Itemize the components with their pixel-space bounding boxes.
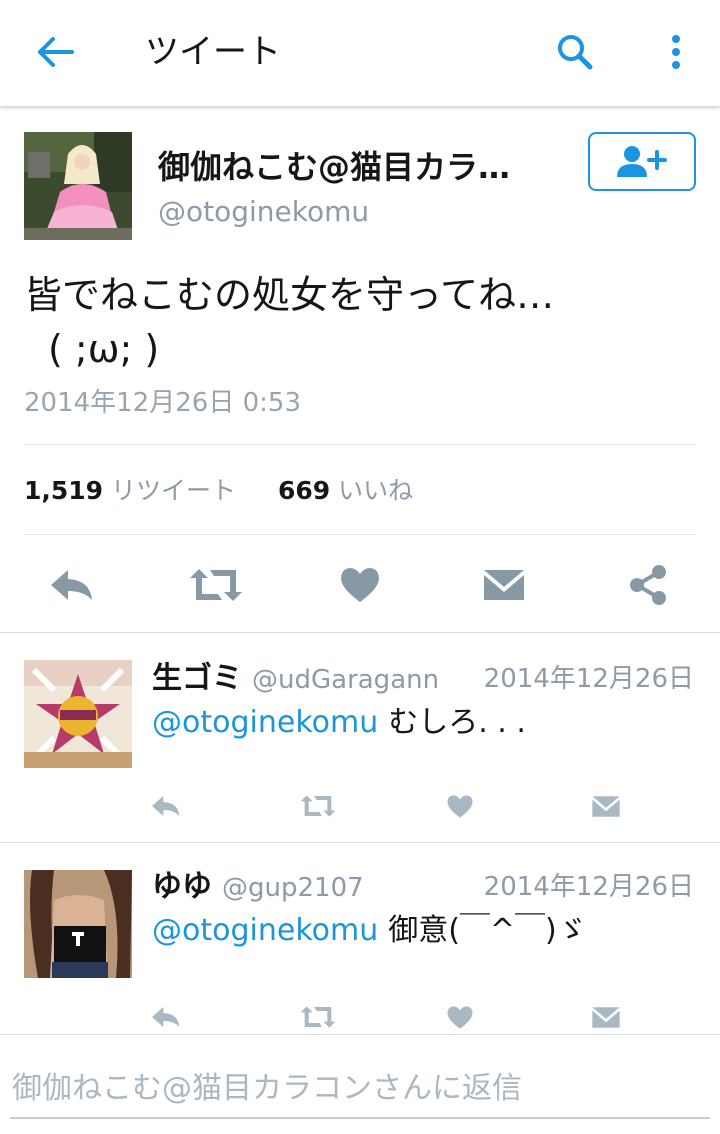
- reply-date: 2014年12月26日: [483, 664, 694, 694]
- follow-button[interactable]: [588, 132, 696, 191]
- mention-link[interactable]: @otoginekomu: [152, 913, 378, 948]
- mention-link[interactable]: @otoginekomu: [152, 705, 378, 740]
- reply-icon[interactable]: [42, 555, 102, 615]
- retweet-icon[interactable]: [186, 555, 246, 615]
- retweet-label[interactable]: リツイート: [111, 476, 236, 505]
- reply-input[interactable]: [10, 1063, 710, 1119]
- tweet-text-line: 皆でねこむの処女を守ってね…: [24, 273, 555, 317]
- reply-body: 御意(￣^￣)ゞ: [388, 913, 587, 948]
- reply-display-name[interactable]: ゆゆ: [152, 869, 212, 904]
- like-icon[interactable]: [440, 789, 480, 823]
- reply-text: @otoginekomu むしろ. . .: [152, 701, 526, 745]
- more-vert-icon[interactable]: [656, 28, 696, 76]
- reply-text: @otoginekomu 御意(￣^￣)ゞ: [152, 909, 587, 953]
- reply-body: むしろ. . .: [388, 705, 526, 740]
- avatar[interactable]: [24, 660, 132, 768]
- message-icon[interactable]: [586, 1000, 626, 1034]
- tweet-text-line: ( ;ω; ): [48, 327, 160, 371]
- like-icon[interactable]: [440, 1000, 480, 1034]
- add-user-icon: [617, 145, 667, 177]
- retweet-icon[interactable]: [298, 789, 338, 823]
- avatar[interactable]: [24, 870, 132, 978]
- share-icon[interactable]: [618, 555, 678, 615]
- back-arrow-icon[interactable]: [30, 30, 80, 74]
- reply-author[interactable]: ゆゆ @gup2107: [152, 867, 364, 908]
- divider: [24, 444, 696, 445]
- user-handle[interactable]: @otoginekomu: [158, 192, 369, 232]
- reply-tweet[interactable]: ゆゆ @gup2107 2014年12月26日 @otoginekomu 御意(￣^…: [0, 843, 720, 1034]
- divider: [24, 534, 696, 535]
- display-name[interactable]: 御伽ねこむ@猫目カラ…: [158, 145, 558, 189]
- reply-handle[interactable]: @gup2107: [222, 873, 364, 903]
- message-icon[interactable]: [474, 555, 534, 615]
- retweet-count[interactable]: 1,519: [24, 476, 103, 505]
- reply-display-name[interactable]: 生ゴミ: [152, 661, 242, 696]
- like-label[interactable]: いいね: [338, 476, 413, 505]
- app-bar: ツイート: [0, 0, 720, 106]
- reply-date: 2014年12月26日: [483, 872, 694, 902]
- retweet-icon[interactable]: [298, 1000, 338, 1034]
- tweet-text: 皆でねこむの処女を守ってね… ( ;ω; ): [24, 268, 684, 376]
- page-title: ツイート: [145, 32, 281, 72]
- reply-icon[interactable]: [146, 789, 186, 823]
- reply-icon[interactable]: [146, 1000, 186, 1034]
- reply-author[interactable]: 生ゴミ @udGaragann: [152, 659, 439, 700]
- like-icon[interactable]: [330, 555, 390, 615]
- reply-bar: [0, 1034, 720, 1134]
- avatar[interactable]: [24, 132, 132, 240]
- message-icon[interactable]: [586, 789, 626, 823]
- tweet-timestamp: 2014年12月26日 0:53: [24, 388, 301, 418]
- tweet-actions: [0, 555, 720, 615]
- reply-tweet[interactable]: 生ゴミ @udGaragann 2014年12月26日 @otoginekomu む…: [0, 633, 720, 842]
- search-icon[interactable]: [551, 28, 599, 76]
- reply-handle[interactable]: @udGaragann: [252, 665, 439, 695]
- like-count[interactable]: 669: [278, 476, 330, 505]
- tweet-stats: 1,519 リツイート 669 いいね: [24, 471, 413, 511]
